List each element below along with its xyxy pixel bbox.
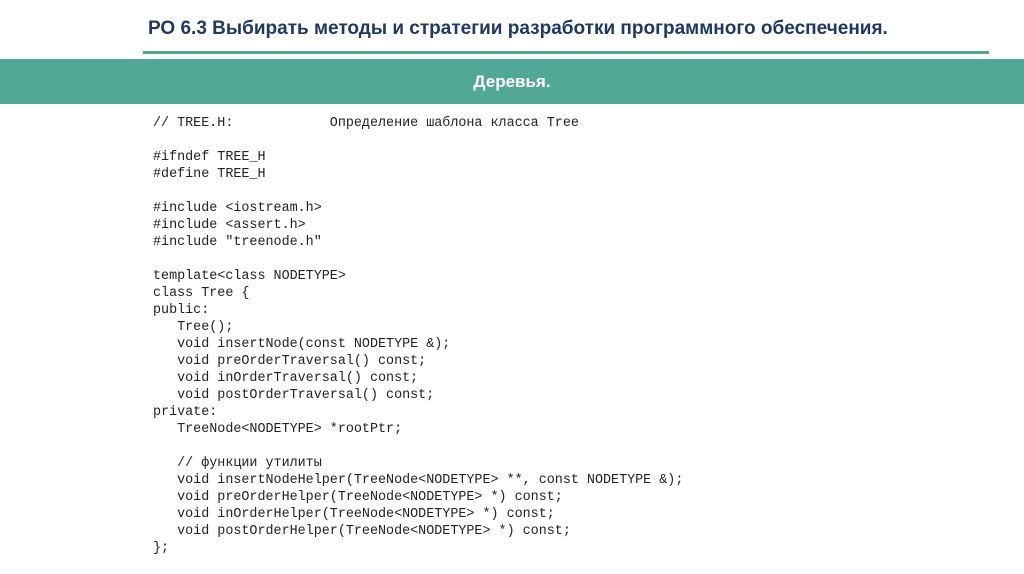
title-underline — [143, 51, 989, 54]
code-line: }; — [153, 541, 170, 556]
slide-title: РО 6.3 Выбирать методы и стратегии разра… — [148, 18, 888, 39]
code-line: class Tree { — [153, 286, 250, 301]
code-line: #define TREE_H — [153, 167, 266, 182]
code-line: private: — [153, 405, 218, 420]
code-line: #include <iostream.h> — [153, 201, 322, 216]
code-line: void inOrderTraversal() const; — [153, 371, 419, 386]
code-line: // функции утилиты — [153, 456, 322, 471]
code-line: void preOrderHelper(TreeNode<NODETYPE> *… — [153, 490, 563, 505]
section-banner: Деревья. — [0, 59, 1024, 104]
code-line: TreeNode<NODETYPE> *rootPtr; — [153, 422, 403, 437]
code-line: public: — [153, 303, 210, 318]
code-line: #include "treenode.h" — [153, 235, 322, 250]
code-listing: // TREE.H: Определение шаблона класса Tr… — [153, 115, 683, 557]
section-heading: Деревья. — [473, 71, 551, 91]
code-line: Tree(); — [153, 320, 234, 335]
code-line: void postOrderHelper(TreeNode<NODETYPE> … — [153, 524, 571, 539]
code-line: // TREE.H: Определение шаблона класса Tr… — [153, 116, 579, 131]
code-line: void insertNode(const NODETYPE &); — [153, 337, 451, 352]
code-line: void preOrderTraversal() const; — [153, 354, 427, 369]
code-line: #ifndef TREE_H — [153, 150, 266, 165]
code-line: template<class NODETYPE> — [153, 269, 346, 284]
code-line: void postOrderTraversal() const; — [153, 388, 435, 403]
code-line: void inOrderHelper(TreeNode<NODETYPE> *)… — [153, 507, 555, 522]
code-line: void insertNodeHelper(TreeNode<NODETYPE>… — [153, 473, 684, 488]
slide: РО 6.3 Выбирать методы и стратегии разра… — [0, 0, 1024, 574]
code-line: #include <assert.h> — [153, 218, 306, 233]
